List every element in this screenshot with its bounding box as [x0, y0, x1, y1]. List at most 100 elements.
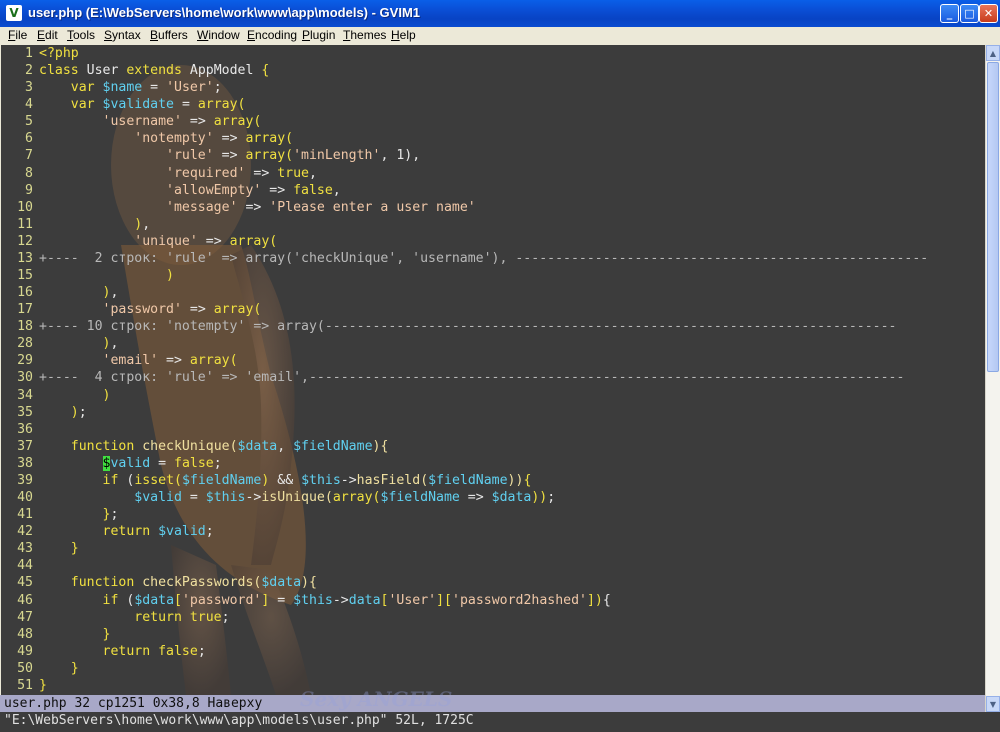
code-line[interactable]: 37 function checkUnique($data, $fieldNam…: [1, 438, 985, 455]
line-number: 8: [25, 165, 33, 181]
menu-help[interactable]: Help: [391, 28, 416, 42]
vertical-scrollbar[interactable]: ▲ ▼: [985, 45, 1000, 712]
menu-themes[interactable]: Themes: [343, 28, 386, 42]
code-token: ->: [245, 490, 262, 506]
code-token: class: [39, 63, 87, 79]
line-number: 7: [25, 148, 33, 164]
code-line[interactable]: 43 }: [1, 540, 985, 557]
menu-edit[interactable]: Edit: [37, 28, 58, 42]
title-bar[interactable]: V user.php (E:\WebServers\home\work\www\…: [0, 0, 1000, 27]
code-token: , 1),: [380, 148, 421, 164]
code-line[interactable]: 6 'notempty' => array(: [1, 130, 985, 147]
code-line[interactable]: 45 function checkPasswords($data){: [1, 574, 985, 591]
code-line[interactable]: 49 return false;: [1, 643, 985, 660]
scroll-up-arrow-icon[interactable]: ▲: [986, 45, 1000, 61]
gvim-window: V user.php (E:\WebServers\home\work\www\…: [0, 0, 1000, 732]
code-token: return: [102, 524, 159, 540]
code-line[interactable]: 28 ),: [1, 335, 985, 352]
code-token: 'Please enter a user name': [269, 199, 476, 215]
code-line[interactable]: 9 'allowEmpty' => false,: [1, 182, 985, 199]
code-line[interactable]: 42 return $valid;: [1, 523, 985, 540]
scrollbar-thumb[interactable]: [987, 62, 999, 372]
code-token: array(: [245, 131, 294, 147]
editor-area[interactable]: 1 <?php 2 class User extends AppModel {3 va…: [1, 45, 985, 695]
code-line[interactable]: 48 }: [1, 626, 985, 643]
code-line[interactable]: 2 class User extends AppModel {: [1, 62, 985, 79]
folded-line[interactable]: 30 +---- 4 строк: 'rule' => 'email',-----…: [1, 369, 985, 386]
line-number: 36: [17, 421, 33, 437]
code-token: +---- 4 строк: 'rule' => 'email',-------…: [39, 370, 905, 386]
code-line[interactable]: 16 ),: [1, 284, 985, 301]
line-text: function checkUnique($data, $fieldName){: [39, 438, 389, 455]
folded-line[interactable]: 13 +---- 2 строк: 'rule' => array('checkU…: [1, 250, 985, 267]
code-line[interactable]: 8 'required' => true,: [1, 165, 985, 182]
line-number: 44: [17, 558, 33, 574]
code-token: ;: [221, 609, 230, 625]
folded-line[interactable]: 18 +---- 10 строк: 'notempty' => array(--…: [1, 318, 985, 335]
code-token: ,: [308, 165, 317, 181]
close-button[interactable]: ✕: [979, 4, 998, 23]
code-line[interactable]: 35 );: [1, 404, 985, 421]
window-title: user.php (E:\WebServers\home\work\www\ap…: [28, 5, 421, 20]
scroll-down-arrow-icon[interactable]: ▼: [986, 696, 1000, 712]
code-line[interactable]: 12 'unique' => array(: [1, 233, 985, 250]
code-line[interactable]: 40 $valid = $this->isUnique(array($field…: [1, 489, 985, 506]
minimize-button[interactable]: _: [940, 4, 959, 23]
code-line[interactable]: 3 var $name = 'User';: [1, 79, 985, 96]
code-line[interactable]: 11 ),: [1, 216, 985, 233]
line-text: ): [39, 267, 174, 284]
line-number: 1: [25, 46, 33, 61]
menu-encoding[interactable]: Encoding: [247, 28, 297, 42]
code-line[interactable]: 1 <?php: [1, 45, 985, 62]
line-number: 40: [17, 490, 33, 506]
code-line[interactable]: 34 ): [1, 387, 985, 404]
code-line[interactable]: 5 'username' => array(: [1, 113, 985, 130]
code-token: 'minLength': [293, 148, 381, 164]
line-number: 37: [17, 438, 33, 454]
code-line[interactable]: 50 }: [1, 660, 985, 677]
maximize-button[interactable]: □: [960, 4, 979, 23]
code-line[interactable]: 36: [1, 421, 985, 438]
code-line[interactable]: 15 ): [1, 267, 985, 284]
code-token: ->: [332, 592, 349, 608]
code-line[interactable]: 10 'message' => 'Please enter a user nam…: [1, 199, 985, 216]
command-line[interactable]: "E:\WebServers\home\work\www\app\models\…: [0, 712, 1000, 732]
code-lines[interactable]: 1 <?php 2 class User extends AppModel {3 va…: [1, 45, 985, 694]
code-line[interactable]: 7 'rule' => array('minLength', 1),: [1, 147, 985, 164]
code-token: ): [166, 268, 174, 284]
code-line[interactable]: 38 $valid = false;: [1, 455, 985, 472]
code-line[interactable]: 41 };: [1, 506, 985, 523]
code-token: 'rule': [166, 148, 214, 164]
code-line[interactable]: 29 'email' => array(: [1, 352, 985, 369]
code-line[interactable]: 4 var $validate = array(: [1, 96, 985, 113]
line-text: return true;: [39, 609, 230, 626]
line-number: 2: [25, 63, 33, 79]
code-token: array(: [229, 233, 278, 249]
menu-plugin[interactable]: Plugin: [302, 28, 335, 42]
line-number: 6: [25, 131, 33, 147]
code-token: =>: [181, 302, 214, 318]
menu-buffers[interactable]: Buffers: [150, 28, 188, 42]
code-line[interactable]: 44: [1, 557, 985, 574]
code-token: ,: [110, 285, 119, 301]
menu-file[interactable]: File: [8, 28, 27, 42]
code-line[interactable]: 46 if ($data['password'] = $this->data['…: [1, 592, 985, 609]
code-token: ,: [277, 438, 294, 454]
menu-window[interactable]: Window: [197, 28, 240, 42]
code-line[interactable]: 51}: [1, 677, 985, 694]
line-text: $valid = false;: [39, 455, 222, 472]
menu-tools[interactable]: Tools: [67, 28, 95, 42]
code-line[interactable]: 39 if (isset($fieldName) && $this->hasFi…: [1, 472, 985, 489]
vim-app-icon[interactable]: V: [6, 5, 22, 21]
line-text: if ($data['password'] = $this->data['Use…: [39, 592, 611, 609]
code-token: 'User': [388, 592, 437, 608]
code-line[interactable]: 17 'password' => array(: [1, 301, 985, 318]
code-line[interactable]: 47 return true;: [1, 609, 985, 626]
menu-syntax[interactable]: Syntax: [104, 28, 141, 42]
